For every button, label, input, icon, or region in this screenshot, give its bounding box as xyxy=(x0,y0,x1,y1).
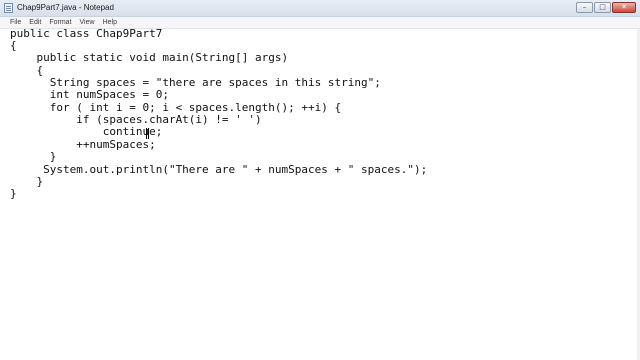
minimize-button[interactable]: – xyxy=(576,2,593,13)
code-line: public static void main(String[] args) xyxy=(10,51,289,64)
code-line: continue; xyxy=(10,125,163,138)
notepad-window: Chap9Part7.java - Notepad – □ ✕ File Edi… xyxy=(0,0,640,360)
close-button[interactable]: ✕ xyxy=(612,2,636,13)
notepad-icon[interactable] xyxy=(4,3,13,13)
code-line: int numSpaces = 0; xyxy=(10,88,169,101)
code-line: } xyxy=(10,187,17,200)
caption-buttons: – □ ✕ xyxy=(576,2,636,13)
code-line: } xyxy=(10,150,57,163)
window-title: Chap9Part7.java - Notepad xyxy=(17,3,114,12)
code-line: System.out.println("There are " + numSpa… xyxy=(10,163,428,176)
title-bar[interactable]: Chap9Part7.java - Notepad – □ ✕ xyxy=(0,0,640,17)
text-cursor-icon xyxy=(146,128,149,139)
code-line: public class Chap9Part7 xyxy=(10,27,163,40)
maximize-button[interactable]: □ xyxy=(594,2,611,13)
